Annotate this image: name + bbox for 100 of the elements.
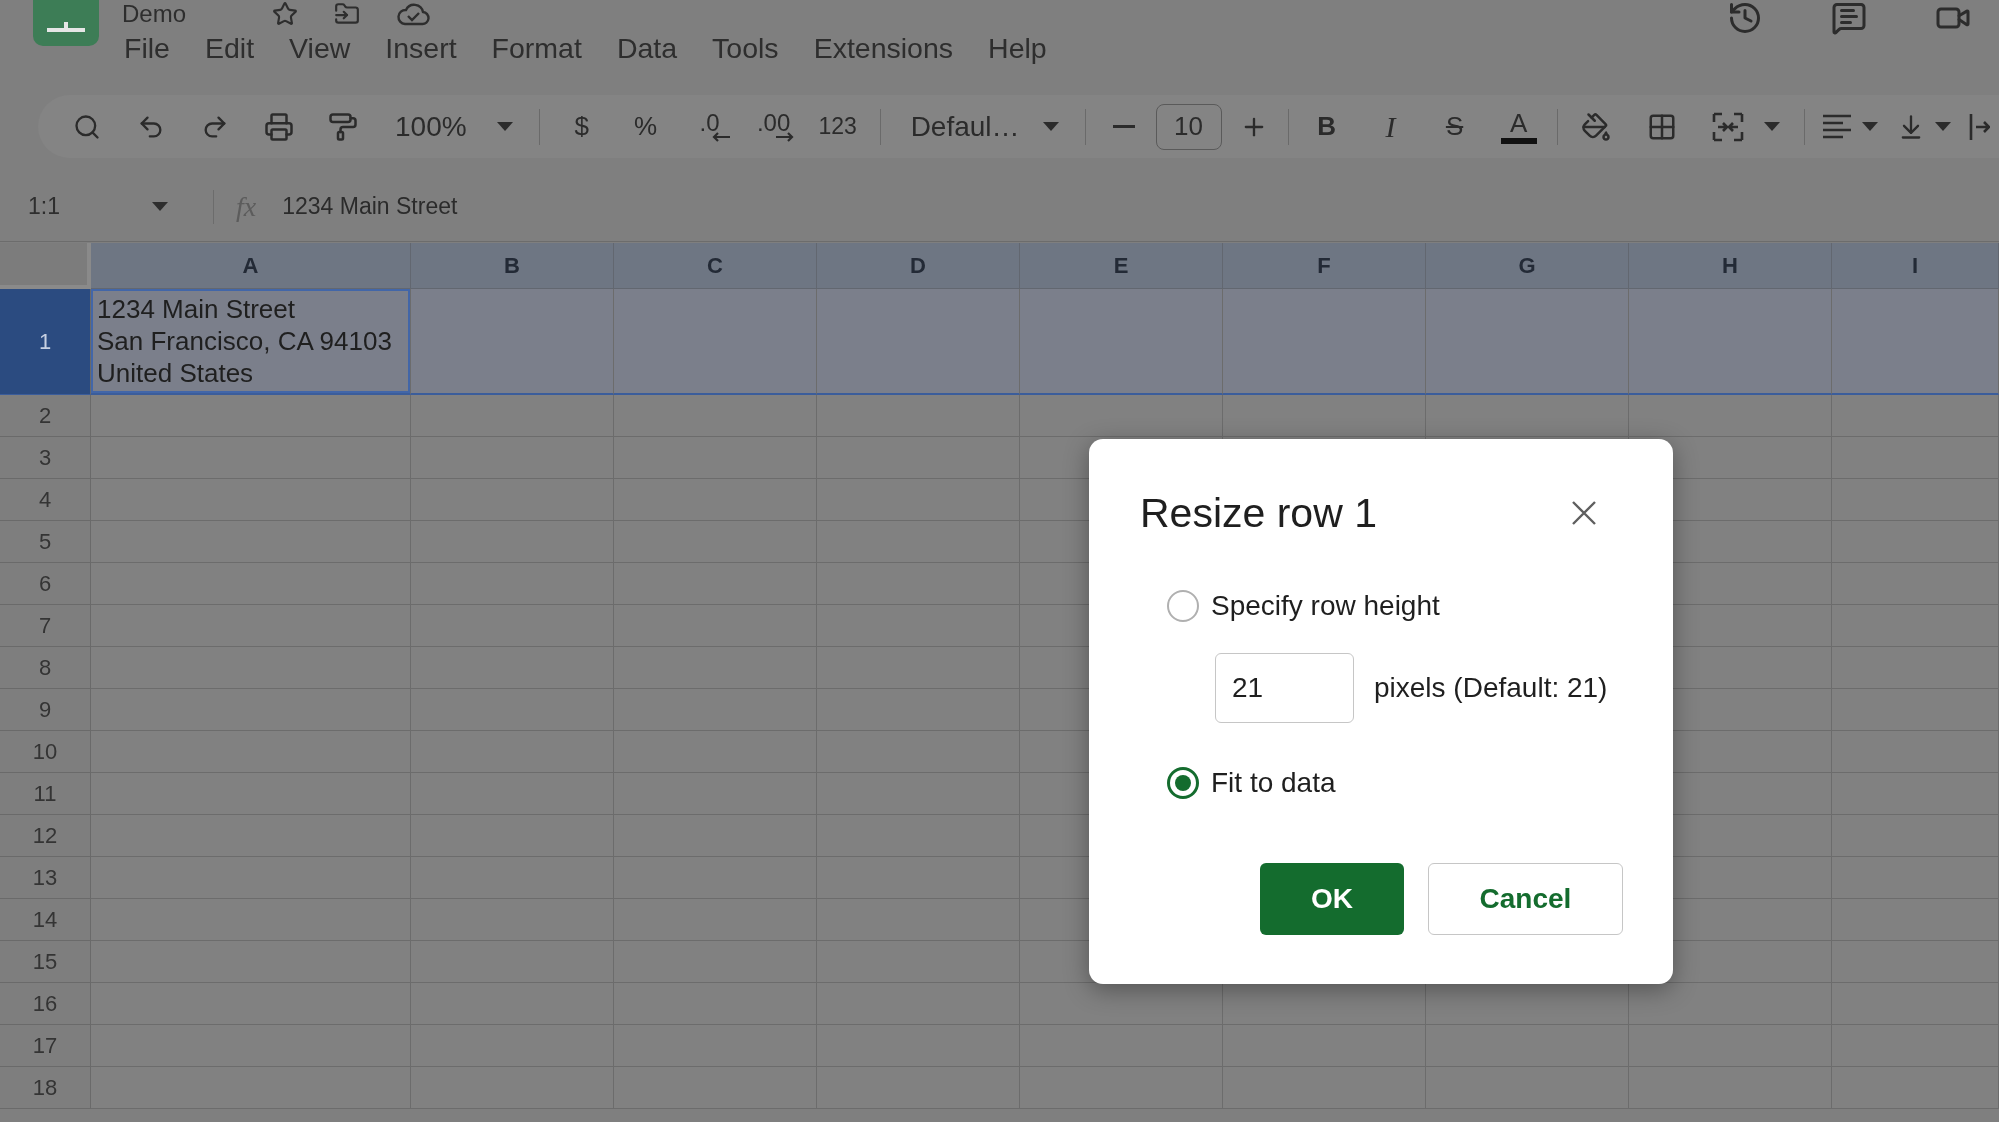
corner-header[interactable] <box>0 243 91 289</box>
option-label[interactable]: Specify row height <box>1211 590 1440 622</box>
height-input[interactable]: 21 <box>1215 653 1354 723</box>
minus-icon <box>1112 125 1135 128</box>
table-cell[interactable] <box>1629 289 1832 395</box>
table-cell[interactable] <box>1223 289 1426 395</box>
column-header[interactable]: E <box>1020 243 1223 289</box>
row-header[interactable]: 6 <box>0 563 91 605</box>
paint-roller-icon <box>328 111 358 142</box>
option-label[interactable]: Fit to data <box>1211 767 1336 799</box>
row-header[interactable]: 14 <box>0 899 91 941</box>
align-left-icon <box>1821 113 1852 140</box>
font-size-input[interactable]: 10 <box>1155 103 1222 150</box>
menu-item[interactable]: Help <box>980 31 1055 65</box>
cloud-check-icon <box>396 2 431 26</box>
row-header[interactable]: 15 <box>0 941 91 983</box>
row-header[interactable]: 1 <box>0 289 91 395</box>
italic-button[interactable]: I <box>1362 101 1419 152</box>
column-header[interactable]: B <box>411 243 614 289</box>
name-box[interactable]: 1:1 <box>0 184 186 229</box>
strikethrough-button[interactable]: S <box>1426 101 1483 152</box>
table-cell[interactable] <box>614 289 817 395</box>
table-cell[interactable] <box>614 395 817 437</box>
column-header[interactable]: I <box>1832 243 1999 289</box>
row-header[interactable]: 4 <box>0 479 91 521</box>
arrow-left-icon <box>710 131 731 142</box>
dialog-title: Resize row 1 <box>1140 489 1377 537</box>
menu-item[interactable]: File <box>116 31 178 65</box>
table-cell[interactable] <box>1832 289 1999 395</box>
cancel-button[interactable]: Cancel <box>1428 863 1623 935</box>
arrow-right-icon <box>774 131 795 142</box>
radio-button[interactable] <box>1167 590 1199 622</box>
table-cell[interactable] <box>1426 289 1629 395</box>
row-header[interactable]: 12 <box>0 815 91 857</box>
ok-button[interactable]: OK <box>1260 863 1404 935</box>
menu-item[interactable]: View <box>281 31 359 65</box>
row-header[interactable]: 9 <box>0 689 91 731</box>
decrease-decimal-button[interactable]: .0 <box>681 101 738 152</box>
radio-button[interactable] <box>1167 767 1199 799</box>
table-cell[interactable] <box>1223 395 1426 437</box>
menu-item[interactable]: Extensions <box>805 31 962 65</box>
table-cell[interactable] <box>1020 983 1223 1025</box>
row-header[interactable]: 13 <box>0 857 91 899</box>
table-cell[interactable] <box>1223 983 1426 1025</box>
comment-icon <box>1831 0 1867 36</box>
column-header[interactable]: G <box>1426 243 1629 289</box>
row-header[interactable]: 2 <box>0 395 91 437</box>
document-title[interactable]: Demo <box>122 0 187 28</box>
row-header[interactable]: 7 <box>0 605 91 647</box>
table-cell[interactable] <box>1629 395 1832 437</box>
search-icon <box>73 112 101 141</box>
font-dropdown[interactable]: Defaul… <box>894 101 1071 152</box>
star-icon <box>272 1 299 27</box>
zoom-dropdown[interactable]: 100% <box>379 101 525 152</box>
row-header[interactable]: 16 <box>0 983 91 1025</box>
sheet-logo-icon <box>33 0 99 46</box>
row-header[interactable]: 10 <box>0 731 91 773</box>
table-cell[interactable] <box>1426 395 1629 437</box>
history-icon <box>1727 0 1763 36</box>
unit-label: pixels (Default: 21) <box>1374 672 1608 704</box>
table-cell[interactable]: 1234 Main Street San Francisco, CA 94103 United States <box>91 289 411 395</box>
column-header[interactable]: H <box>1629 243 1832 289</box>
bold-button[interactable]: B <box>1298 101 1355 152</box>
table-cell[interactable] <box>411 395 614 437</box>
menu-item[interactable]: Insert <box>377 31 465 65</box>
table-cell[interactable] <box>1020 289 1223 395</box>
table-cell[interactable] <box>411 289 614 395</box>
row-header[interactable]: 3 <box>0 437 91 479</box>
menu-item[interactable]: Tools <box>704 31 787 65</box>
table-cell[interactable] <box>1832 395 1999 437</box>
line-arrow-icon <box>1967 111 1990 142</box>
paint-bucket-icon <box>1580 111 1611 142</box>
column-header[interactable]: C <box>614 243 817 289</box>
formula-content[interactable]: 1234 Main Street <box>282 193 458 220</box>
text-color-button[interactable]: A <box>1490 101 1547 152</box>
number-format-button[interactable]: 123 <box>809 101 866 152</box>
caret-icon <box>496 122 513 131</box>
menu-item[interactable]: Format <box>483 31 590 65</box>
color-bar-icon <box>1500 137 1537 144</box>
menu-item[interactable]: Edit <box>196 31 263 65</box>
row-header[interactable]: 8 <box>0 647 91 689</box>
currency-button[interactable]: $ <box>553 101 610 152</box>
column-header[interactable]: F <box>1223 243 1426 289</box>
table-cell[interactable] <box>817 395 1020 437</box>
percent-button[interactable]: % <box>617 101 674 152</box>
row-header[interactable]: 17 <box>0 1025 91 1067</box>
row-header[interactable]: 18 <box>0 1067 91 1109</box>
column-header[interactable]: A <box>91 243 411 289</box>
menu-item[interactable]: Data <box>608 31 686 65</box>
caret-icon <box>1861 122 1878 131</box>
table-cell[interactable] <box>1020 395 1223 437</box>
column-header[interactable]: D <box>817 243 1020 289</box>
table-cell[interactable] <box>91 395 411 437</box>
table-cell[interactable] <box>1629 983 1832 1025</box>
row-header[interactable]: 5 <box>0 521 91 563</box>
table-cell[interactable] <box>817 289 1020 395</box>
increase-decimal-button[interactable]: .00 <box>745 101 802 152</box>
row-header[interactable]: 11 <box>0 773 91 815</box>
table-cell[interactable] <box>1426 983 1629 1025</box>
cell-reference: 1:1 <box>28 193 60 220</box>
